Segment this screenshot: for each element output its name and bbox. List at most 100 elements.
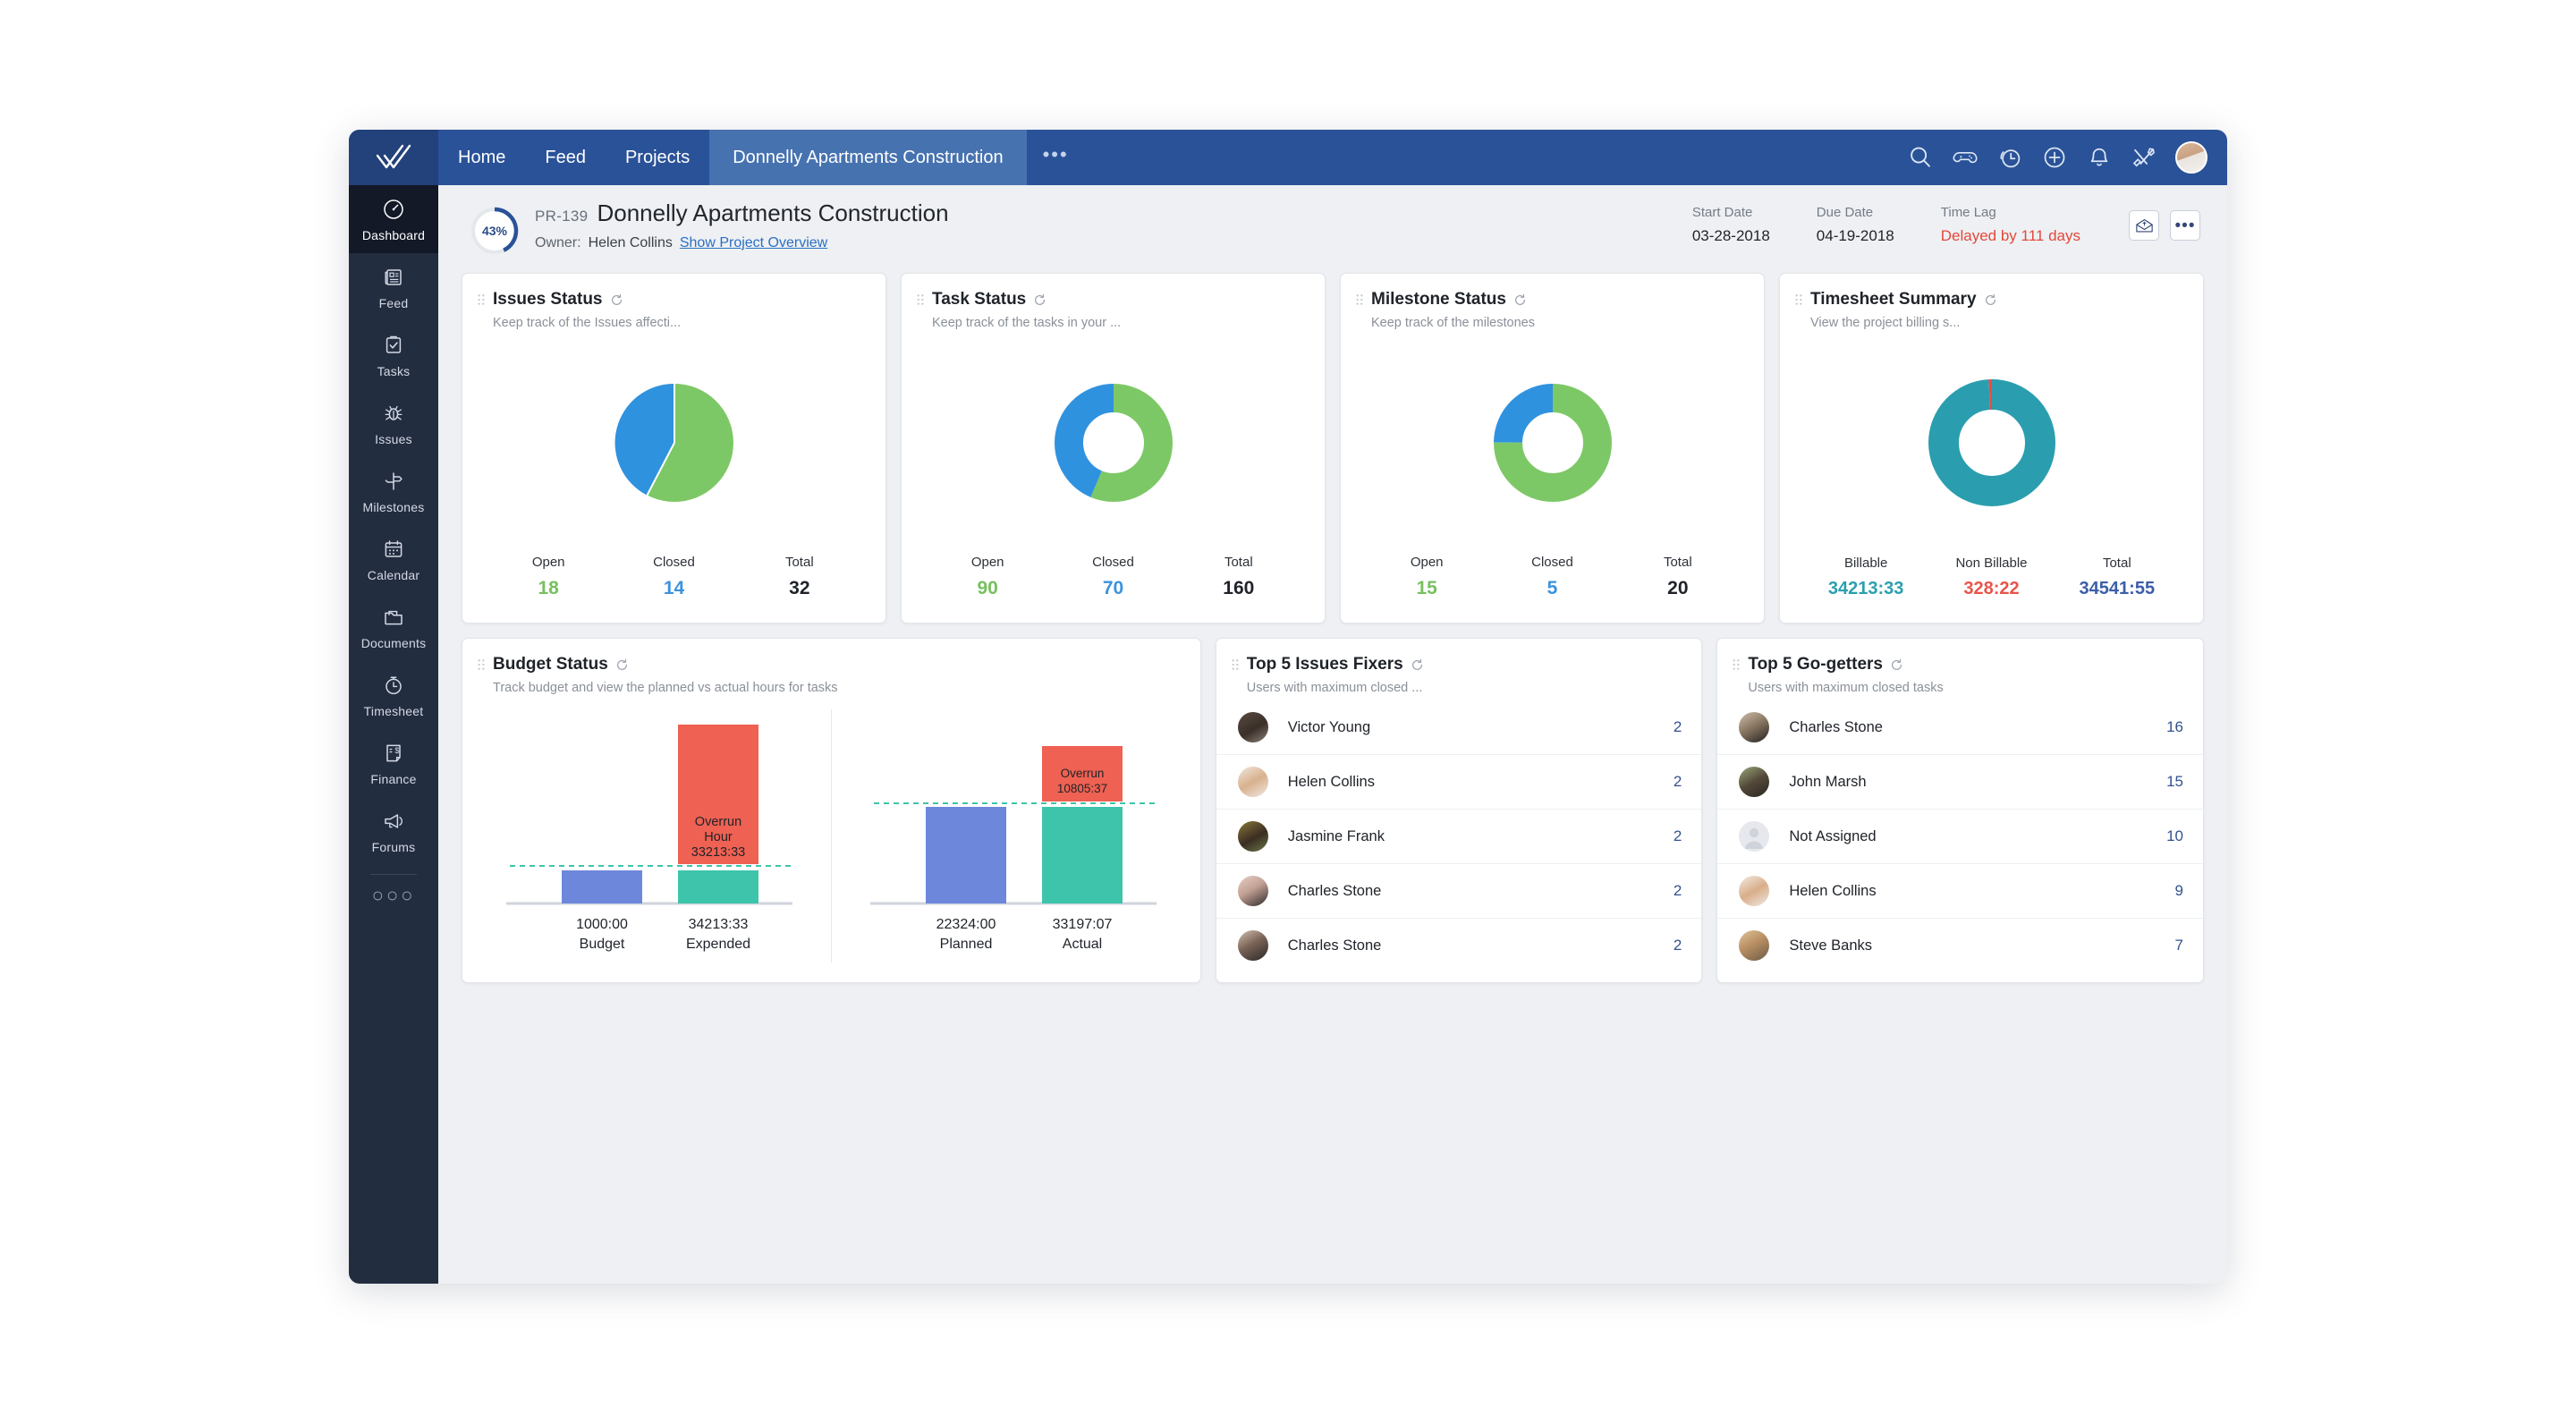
open-envelope-button[interactable] xyxy=(2129,210,2159,241)
overrun-label-line-3: 33213:33 xyxy=(691,845,745,860)
sidebar-item-finance[interactable]: $ Finance xyxy=(349,729,438,797)
app-body: Dashboard Feed Tasks Issues Milestones C… xyxy=(349,185,2227,1284)
sidebar-item-tasks[interactable]: Tasks xyxy=(349,321,438,389)
drag-handle-icon[interactable] xyxy=(916,293,925,306)
sidebar-item-label: Forums xyxy=(371,840,416,854)
show-project-overview-link[interactable]: Show Project Overview xyxy=(680,235,827,251)
user-count: 2 xyxy=(1673,827,1682,844)
nav-overflow-button[interactable]: ••• xyxy=(1027,130,1085,185)
nav-link-projects[interactable]: Projects xyxy=(606,130,709,185)
nav-link-feed[interactable]: Feed xyxy=(525,130,606,185)
app-logo[interactable] xyxy=(349,130,438,185)
bell-icon[interactable] xyxy=(2086,144,2113,171)
stat-open: Open 90 xyxy=(925,555,1050,599)
drag-handle-icon[interactable] xyxy=(1732,658,1741,671)
stat-closed: Closed 70 xyxy=(1050,555,1175,599)
avatar xyxy=(1237,876,1268,906)
nav-link-current-project[interactable]: Donnelly Apartments Construction xyxy=(709,130,1027,185)
sidebar-item-label: Timesheet xyxy=(363,704,424,718)
user-count: 9 xyxy=(2174,882,2183,899)
card-issues-status: Issues Status Keep track of the Issues a… xyxy=(462,273,886,623)
folder-icon xyxy=(385,610,402,625)
pie-chart-issues xyxy=(614,383,733,502)
overrun-label-line-1: Overrun xyxy=(695,815,741,829)
list-item[interactable]: Charles Stone 16 xyxy=(1717,700,2203,754)
user-count: 16 xyxy=(2166,718,2183,735)
user-avatar[interactable] xyxy=(2175,141,2207,174)
list-item[interactable]: Helen Collins 2 xyxy=(1216,754,1702,809)
refresh-icon[interactable] xyxy=(615,658,629,672)
planned-vs-actual-chart[interactable]: Overrun 10805:37 22324:00 Planned 33197:… xyxy=(835,700,1191,971)
drag-handle-icon[interactable] xyxy=(1794,293,1803,306)
alarm-clock-icon[interactable] xyxy=(1996,144,2023,171)
search-icon[interactable] xyxy=(1907,144,1934,171)
drag-handle-icon[interactable] xyxy=(477,293,486,306)
user-count: 2 xyxy=(1673,882,1682,899)
drag-handle-icon[interactable] xyxy=(477,658,486,671)
sidebar-item-label: Feed xyxy=(378,296,409,310)
sidebar-item-dashboard[interactable]: Dashboard xyxy=(349,185,438,253)
expended-category-label: Expended xyxy=(686,937,750,952)
stat-total: Total 20 xyxy=(1615,555,1741,599)
list-item[interactable]: Steve Banks 7 xyxy=(1717,918,2203,972)
stat-label: Non Billable xyxy=(1955,556,2028,571)
refresh-icon[interactable] xyxy=(1033,293,1046,307)
issues-pie-chart[interactable] xyxy=(462,330,886,555)
list-item[interactable]: Jasmine Frank 2 xyxy=(1216,809,1702,863)
stat-label: Closed xyxy=(653,555,695,570)
main-content: 43% PR-139 Donnelly Apartments Construct… xyxy=(438,185,2227,1284)
sidebar-item-label: Documents xyxy=(360,636,427,650)
nav-link-home[interactable]: Home xyxy=(438,130,525,185)
task-stats: Open 90 Closed 70 Total 160 xyxy=(902,555,1325,623)
page-title: Donnelly Apartments Construction xyxy=(597,199,949,226)
due-date-value: 04-19-2018 xyxy=(1816,227,1894,244)
sidebar-item-milestones[interactable]: Milestones xyxy=(349,457,438,525)
refresh-icon[interactable] xyxy=(1513,293,1527,307)
list-item[interactable]: John Marsh 15 xyxy=(1717,754,2203,809)
user-name: Charles Stone xyxy=(1789,718,1883,735)
card-milestone-status: Milestone Status Keep track of the miles… xyxy=(1340,273,1765,623)
top-bar-actions xyxy=(1907,141,2227,174)
drag-handle-icon[interactable] xyxy=(1355,293,1364,306)
list-item[interactable]: Not Assigned 10 xyxy=(1717,809,2203,863)
card-header: Milestone Status Keep track of the miles… xyxy=(1341,274,1764,330)
card-header: Top 5 Issues Fixers Users with maximum c… xyxy=(1216,639,1702,695)
tools-icon[interactable] xyxy=(2131,144,2157,171)
budget-vs-expended-chart[interactable]: Overrun Hour 33213:33 1000:00 Budget 342… xyxy=(471,700,827,971)
user-name: Steve Banks xyxy=(1789,937,1873,954)
issues-stats: Open 18 Closed 14 Total 32 xyxy=(462,555,886,623)
sidebar-item-calendar[interactable]: Calendar xyxy=(349,525,438,593)
list-item[interactable]: Victor Young 2 xyxy=(1216,700,1702,754)
bar-actual-base xyxy=(1041,807,1123,903)
refresh-icon[interactable] xyxy=(1890,658,1903,672)
sidebar-more-button[interactable]: ○○○ xyxy=(372,878,416,907)
task-donut-chart[interactable] xyxy=(902,330,1325,555)
list-item[interactable]: Charles Stone 2 xyxy=(1216,863,1702,918)
refresh-icon[interactable] xyxy=(1411,658,1424,672)
sidebar-item-forums[interactable]: Forums xyxy=(349,797,438,865)
refresh-icon[interactable] xyxy=(610,293,623,307)
list-item[interactable]: Helen Collins 9 xyxy=(1717,863,2203,918)
stat-value: 34541:55 xyxy=(2079,579,2156,598)
milestone-donut-chart[interactable] xyxy=(1341,330,1764,555)
start-date-value: 03-28-2018 xyxy=(1691,227,1770,244)
more-options-button[interactable]: ••• xyxy=(2170,210,2200,241)
card-description: Keep track of the milestones xyxy=(1371,316,1535,330)
start-date-block: Start Date 03-28-2018 xyxy=(1669,205,1793,245)
sidebar-item-issues[interactable]: Issues xyxy=(349,389,438,457)
project-code: PR-139 xyxy=(535,208,589,225)
sidebar-item-feed[interactable]: Feed xyxy=(349,253,438,321)
sidebar-item-timesheet[interactable]: Timesheet xyxy=(349,661,438,729)
card-title: Task Status xyxy=(932,290,1027,309)
avatar xyxy=(1237,767,1268,797)
gamepad-icon[interactable] xyxy=(1952,144,1979,171)
refresh-icon[interactable] xyxy=(1984,293,1997,307)
planned-category-label: Planned xyxy=(939,937,992,952)
project-header-actions: ••• xyxy=(2104,199,2200,241)
timesheet-donut-chart[interactable] xyxy=(1780,330,2203,556)
list-item[interactable]: Charles Stone 2 xyxy=(1216,918,1702,972)
sidebar-item-label: Dashboard xyxy=(361,228,426,242)
add-circle-icon[interactable] xyxy=(2041,144,2068,171)
drag-handle-icon[interactable] xyxy=(1231,658,1240,671)
sidebar-item-documents[interactable]: Documents xyxy=(349,593,438,661)
